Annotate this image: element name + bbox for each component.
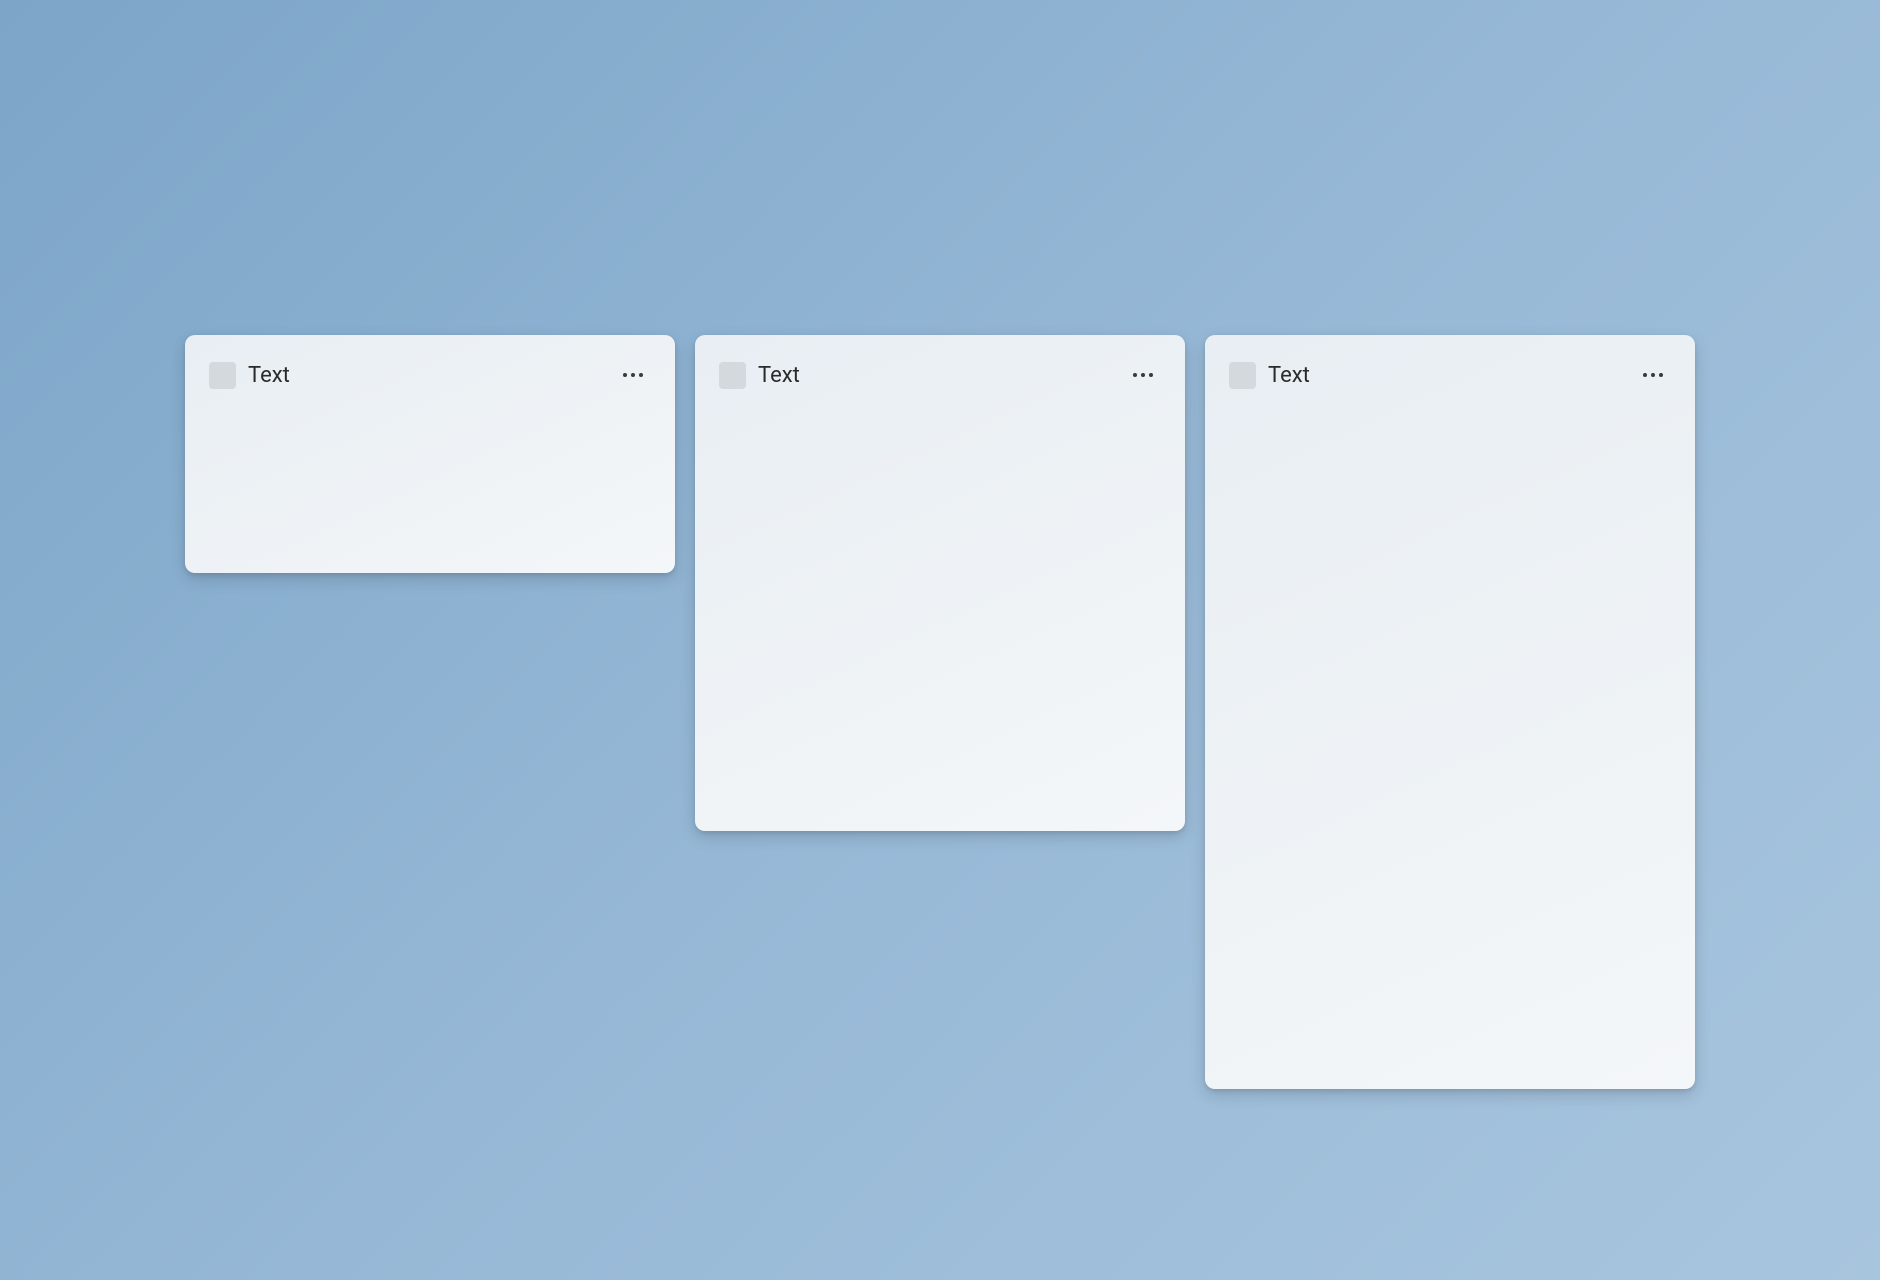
more-options-button[interactable] [1635,365,1671,385]
more-icon [1149,373,1153,377]
card-header: Text [1229,355,1671,395]
more-icon [1133,373,1137,377]
more-icon [631,373,635,377]
card-small[interactable]: Text [185,335,675,573]
more-options-button[interactable] [1125,365,1161,385]
more-options-button[interactable] [615,365,651,385]
card-title: Text [248,363,290,388]
card-title: Text [758,363,800,388]
card-header: Text [209,355,651,395]
placeholder-icon [1229,362,1256,389]
card-large[interactable]: Text [1205,335,1695,1089]
card-medium[interactable]: Text [695,335,1185,831]
cards-container: Text Text Text [185,335,1695,1089]
card-header: Text [719,355,1161,395]
placeholder-icon [719,362,746,389]
more-icon [1651,373,1655,377]
more-icon [1659,373,1663,377]
card-title-group: Text [1229,362,1310,389]
placeholder-icon [209,362,236,389]
more-icon [623,373,627,377]
card-title-group: Text [209,362,290,389]
more-icon [1141,373,1145,377]
card-title-group: Text [719,362,800,389]
more-icon [1643,373,1647,377]
card-title: Text [1268,363,1310,388]
more-icon [639,373,643,377]
